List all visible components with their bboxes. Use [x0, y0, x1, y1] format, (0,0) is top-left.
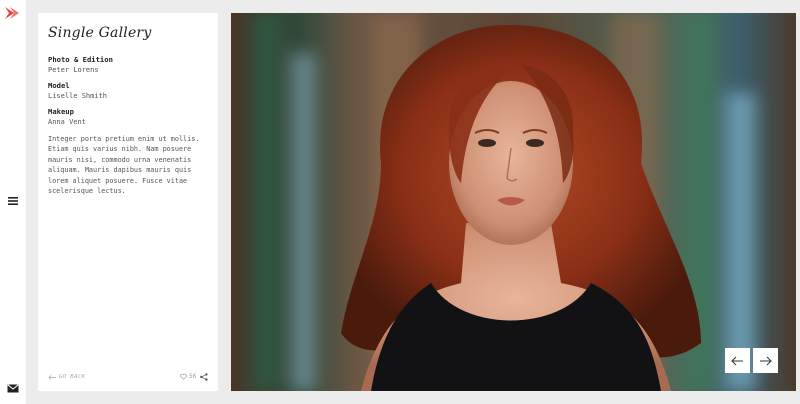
share-icon[interactable] — [200, 373, 208, 381]
arrow-left-icon — [48, 374, 56, 380]
gallery-description: Integer porta pretium enim ut mollis. Et… — [48, 135, 200, 196]
credit-role: Model — [48, 81, 70, 90]
credit-name: Peter Lorens — [48, 66, 99, 74]
gallery-photo — [231, 13, 796, 391]
credit-item: Photo & Edition Peter Lorens — [48, 55, 208, 75]
left-rail — [0, 0, 26, 404]
portrait-image — [231, 13, 796, 391]
arrow-right-icon — [760, 356, 772, 365]
credit-name: Liselle Shmith — [48, 92, 108, 100]
hamburger-menu-icon[interactable] — [7, 196, 19, 206]
credit-item: Makeup Anna Vent — [48, 107, 208, 127]
heart-icon — [180, 373, 187, 380]
gallery-info-panel: Single Gallery Photo & Edition Peter Lor… — [38, 13, 218, 391]
mail-icon[interactable] — [7, 384, 19, 393]
arrow-logo-icon[interactable] — [5, 6, 21, 20]
next-image-button[interactable] — [753, 348, 778, 373]
likes-count: 56 — [189, 373, 197, 380]
go-back-link[interactable]: GO BACK — [48, 374, 85, 380]
go-back-label: GO BACK — [59, 374, 86, 380]
credit-role: Photo & Edition — [48, 55, 113, 64]
page-title: Single Gallery — [48, 25, 152, 41]
credit-role: Makeup — [48, 107, 74, 116]
credit-name: Anna Vent — [48, 118, 86, 126]
credits-list: Photo & Edition Peter Lorens Model Lisel… — [48, 55, 208, 133]
like-button[interactable]: 56 — [180, 373, 196, 380]
arrow-left-icon — [731, 356, 743, 365]
previous-image-button[interactable] — [725, 348, 750, 373]
credit-item: Model Liselle Shmith — [48, 81, 208, 101]
